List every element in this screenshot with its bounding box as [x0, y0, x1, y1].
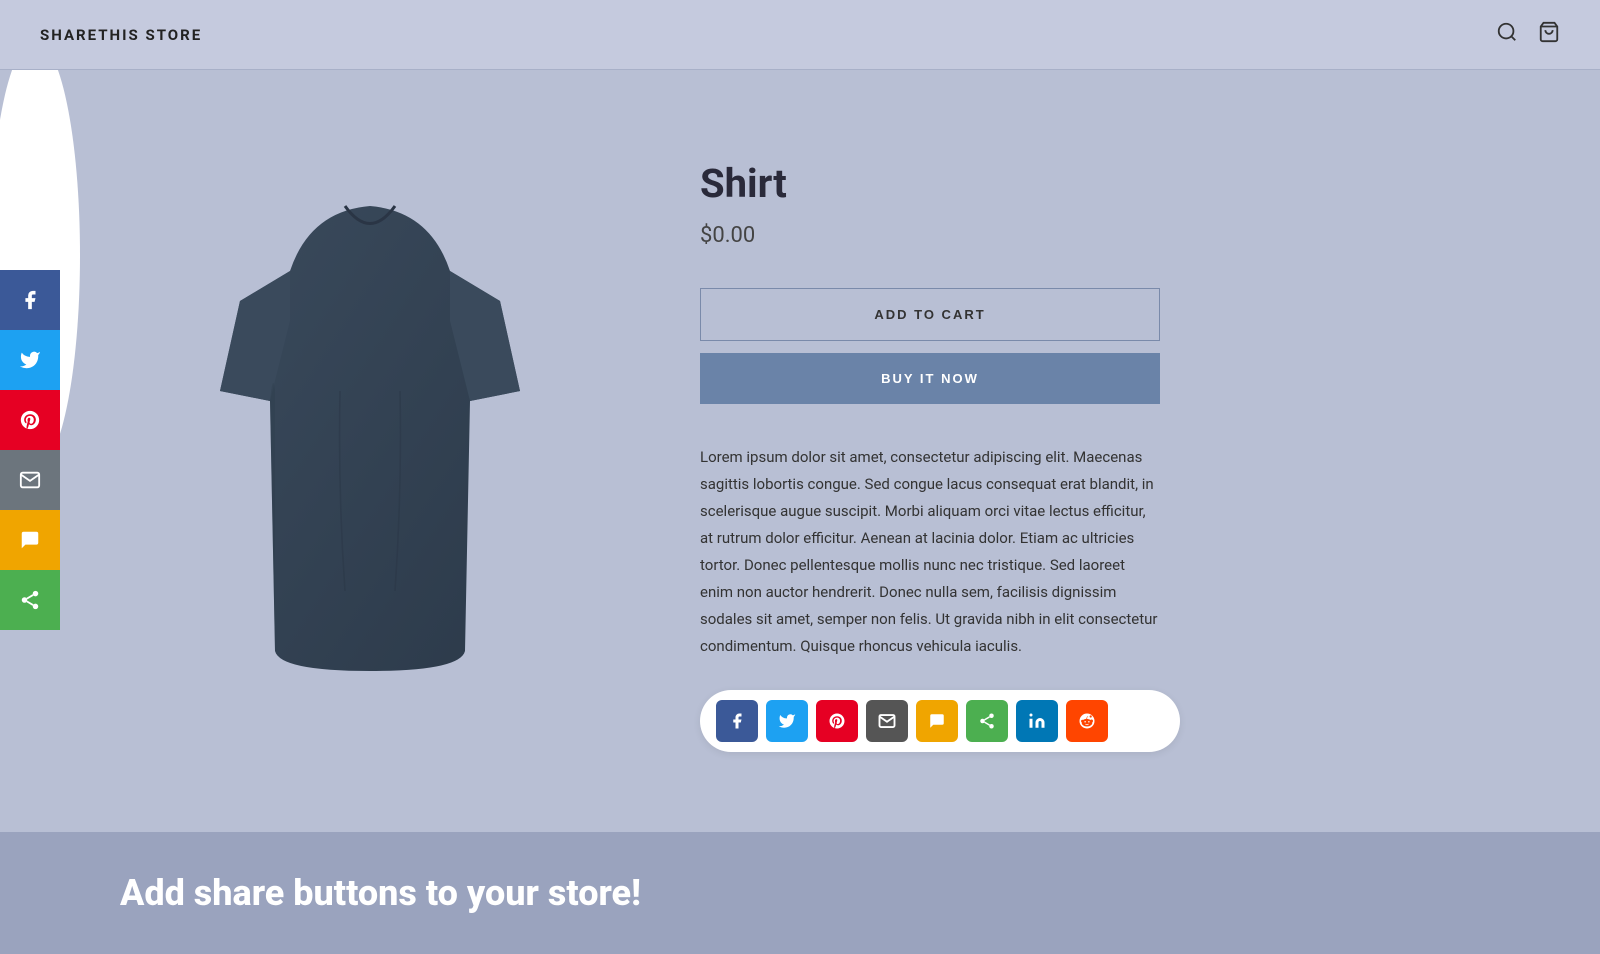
store-logo: SHARETHIS STORE	[40, 26, 202, 44]
inline-pinterest-button[interactable]	[816, 700, 858, 742]
sidebar-twitter-button[interactable]	[0, 330, 60, 390]
shirt-svg	[190, 191, 550, 691]
inline-share-buttons	[700, 690, 1180, 752]
inline-twitter-button[interactable]	[766, 700, 808, 742]
main-content: Shirt $0.00 ADD TO CART BUY IT NOW Lorem…	[0, 70, 1600, 812]
banner-text: Add share buttons to your store!	[120, 872, 1480, 914]
product-description: Lorem ipsum dolor sit amet, consectetur …	[700, 444, 1160, 660]
search-icon[interactable]	[1496, 21, 1518, 48]
product-image-area	[120, 130, 620, 752]
sidebar-sharethis-button[interactable]	[0, 570, 60, 630]
header-icons	[1496, 21, 1560, 48]
inline-reddit-button[interactable]	[1066, 700, 1108, 742]
product-price: $0.00	[700, 223, 1480, 248]
sidebar-sms-button[interactable]	[0, 510, 60, 570]
product-title: Shirt	[700, 160, 1480, 207]
sidebar-share-buttons	[0, 270, 60, 630]
buy-now-button[interactable]: BUY IT NOW	[700, 353, 1160, 404]
inline-sms-button[interactable]	[916, 700, 958, 742]
bottom-banner: Add share buttons to your store!	[0, 832, 1600, 954]
inline-sharethis-button[interactable]	[966, 700, 1008, 742]
product-image	[180, 181, 560, 701]
inline-facebook-button[interactable]	[716, 700, 758, 742]
inline-linkedin-button[interactable]	[1016, 700, 1058, 742]
sidebar-facebook-button[interactable]	[0, 270, 60, 330]
sidebar-pinterest-button[interactable]	[0, 390, 60, 450]
sidebar-email-button[interactable]	[0, 450, 60, 510]
product-details: Shirt $0.00 ADD TO CART BUY IT NOW Lorem…	[700, 130, 1480, 752]
cart-icon[interactable]	[1538, 21, 1560, 48]
header: SHARETHIS STORE	[0, 0, 1600, 70]
inline-email-button[interactable]	[866, 700, 908, 742]
add-to-cart-button[interactable]: ADD TO CART	[700, 288, 1160, 341]
